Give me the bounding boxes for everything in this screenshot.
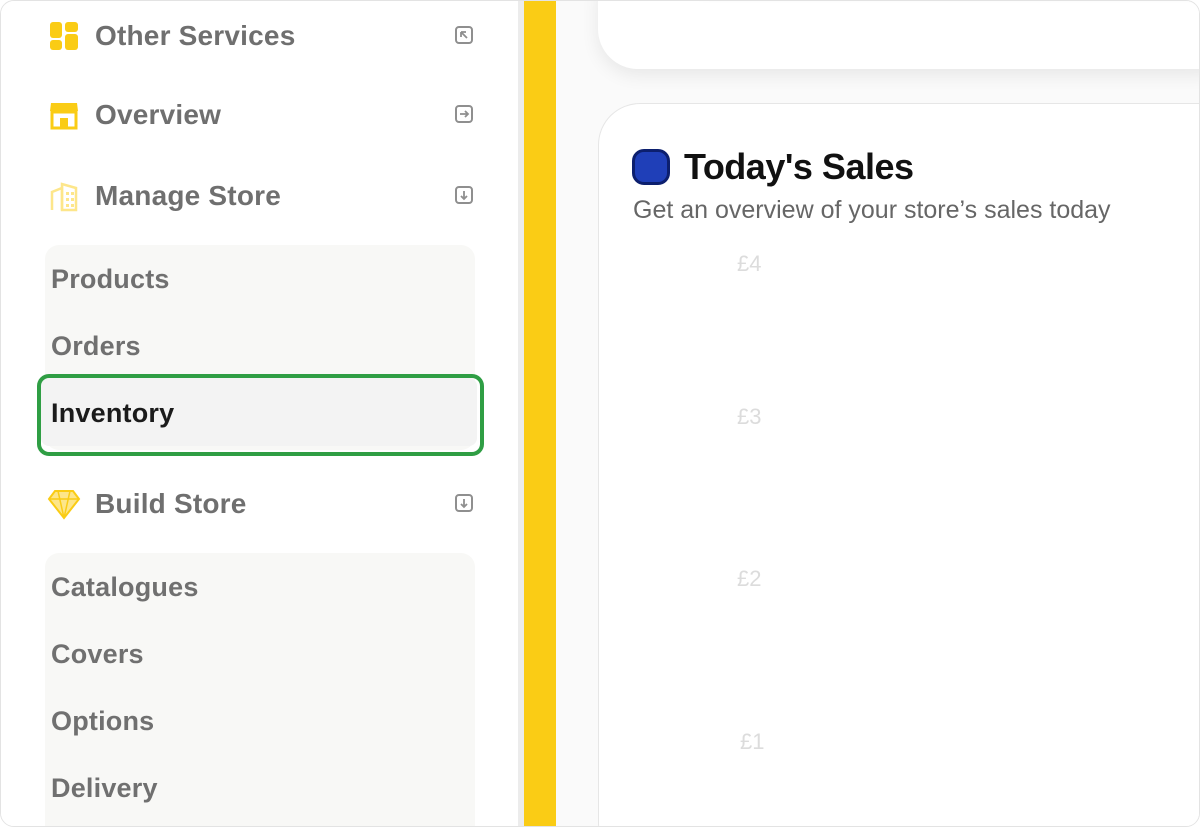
sales-title: Today's Sales bbox=[684, 146, 914, 187]
grid-icon bbox=[47, 19, 81, 53]
nav-build-store[interactable]: Build Store bbox=[47, 484, 477, 524]
sales-header: Today's Sales bbox=[632, 146, 914, 188]
nav-other-services[interactable]: Other Services bbox=[47, 16, 477, 56]
submenu-item-covers[interactable]: Covers bbox=[51, 639, 144, 670]
building-icon bbox=[47, 179, 81, 213]
chevron-down-box-icon[interactable] bbox=[455, 186, 473, 204]
accent-bar bbox=[524, 1, 556, 826]
nav-label: Build Store bbox=[95, 488, 247, 519]
submenu-item-catalogues[interactable]: Catalogues bbox=[51, 572, 199, 603]
app-window: Other Services Overview Manage Store Pro… bbox=[0, 0, 1200, 827]
chevron-down-box-icon[interactable] bbox=[455, 494, 473, 512]
arrow-right-box-icon[interactable] bbox=[455, 105, 473, 123]
nav-label: Other Services bbox=[95, 20, 296, 51]
selection-highlight bbox=[37, 374, 484, 456]
y-tick-label: £3 bbox=[737, 404, 762, 429]
nav-label: Manage Store bbox=[95, 180, 281, 211]
sales-card: Today's Sales Get an overview of your st… bbox=[598, 103, 1199, 826]
sales-badge-icon bbox=[632, 149, 670, 185]
sales-subtitle: Get an overview of your store’s sales to… bbox=[633, 196, 1111, 224]
main-content: Today's Sales Get an overview of your st… bbox=[556, 1, 1199, 826]
nav-overview[interactable]: Overview bbox=[47, 95, 477, 135]
submenu-item-products[interactable]: Products bbox=[51, 264, 170, 295]
nav-label: Overview bbox=[95, 99, 222, 130]
y-tick-label: £2 bbox=[737, 566, 762, 591]
submenu-item-options[interactable]: Options bbox=[51, 706, 154, 737]
diamond-icon bbox=[47, 487, 81, 521]
y-tick-label: £1 bbox=[740, 729, 765, 754]
sidebar: Other Services Overview Manage Store Pro… bbox=[1, 1, 518, 826]
top-card bbox=[598, 1, 1199, 69]
y-tick-label: £4 bbox=[737, 251, 762, 276]
submenu-item-orders[interactable]: Orders bbox=[51, 331, 141, 362]
nav-manage-store[interactable]: Manage Store bbox=[47, 176, 477, 216]
storefront-icon bbox=[47, 98, 81, 132]
external-link-icon[interactable] bbox=[455, 26, 473, 44]
submenu-item-delivery[interactable]: Delivery bbox=[51, 773, 158, 804]
